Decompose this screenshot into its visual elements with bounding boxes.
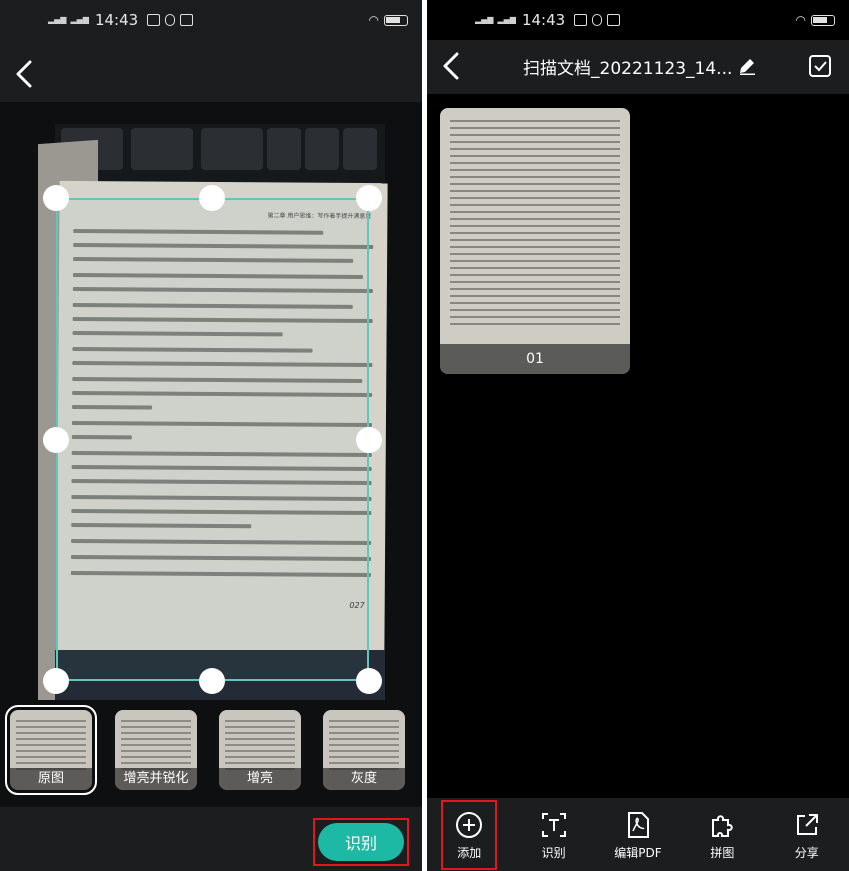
status-right: ◠	[796, 13, 835, 27]
keyboard-photo	[55, 124, 385, 184]
notification-icon-3	[607, 14, 621, 26]
recognize-button[interactable]: 识别	[318, 823, 404, 861]
back-button[interactable]	[4, 54, 44, 94]
battery-icon	[811, 14, 835, 26]
crop-handle-bottom[interactable]	[199, 668, 225, 694]
edit-pdf-button[interactable]: 编辑PDF	[596, 798, 680, 871]
notification-icon	[574, 14, 588, 26]
filter-grayscale[interactable]: 灰度	[323, 710, 405, 790]
filter-label: 灰度	[323, 768, 405, 790]
crop-handle-bottom-right[interactable]	[356, 668, 382, 694]
document-title[interactable]: 扫描文档_20221123_14...	[523, 54, 732, 79]
status-bar: ▂▄▆ ▂▄▆ 14:43 ◠	[0, 0, 422, 40]
puzzle-icon	[712, 815, 734, 837]
filter-original[interactable]: 原图	[5, 705, 97, 795]
battery-icon	[384, 14, 408, 26]
tool-label: 分享	[794, 846, 819, 860]
status-time: 14:43	[94, 11, 139, 29]
page-thumbnail[interactable]: 01	[440, 108, 630, 374]
status-bar: ▂▄▆ ▂▄▆ 14:43 ◠	[427, 0, 849, 40]
chevron-left-icon	[16, 60, 32, 88]
share-icon	[796, 814, 818, 835]
notification-icon-2	[592, 14, 603, 26]
select-checkbox-icon[interactable]	[807, 53, 833, 79]
crop-screen: ▂▄▆ ▂▄▆ 14:43 ◠ 第二章 用户思维：写作着手提升满意度 027 原…	[0, 0, 422, 871]
back-button[interactable]	[431, 46, 471, 86]
document-screen: ▂▄▆ ▂▄▆ 14:43 ◠ 扫描文档_20221123_14... 01 添…	[427, 0, 849, 871]
tool-label: 拼图	[710, 846, 735, 860]
status-right: ◠	[369, 13, 408, 27]
pencil-icon[interactable]	[737, 56, 757, 76]
bottom-bar: 识别	[0, 807, 422, 871]
share-button[interactable]: 分享	[765, 798, 849, 871]
top-bar: 扫描文档_20221123_14...	[427, 40, 849, 94]
crop-handle-top-right[interactable]	[356, 185, 382, 211]
bottom-toolbar: 添加 识别 编辑PDF 拼图 分享	[427, 798, 849, 871]
tool-label: 添加	[457, 846, 482, 860]
crop-rectangle[interactable]	[56, 198, 369, 681]
signal-icon-2: ▂▄▆	[70, 15, 89, 24]
signal-icon-2: ▂▄▆	[497, 15, 516, 24]
tool-label: 识别	[541, 846, 566, 860]
chevron-left-icon	[443, 52, 459, 80]
photo-canvas: 第二章 用户思维：写作着手提升满意度 027	[0, 102, 422, 700]
wifi-icon: ◠	[368, 13, 379, 27]
filter-label: 原图	[10, 768, 92, 790]
crop-handle-right[interactable]	[356, 427, 382, 453]
puzzle-button[interactable]: 拼图	[680, 798, 764, 871]
wifi-icon: ◠	[795, 13, 806, 27]
recognize-tool-button[interactable]: 识别	[511, 798, 595, 871]
filter-label: 增亮并锐化	[115, 768, 197, 790]
crop-handle-top-left[interactable]	[43, 185, 69, 211]
page-number-label: 01	[440, 344, 630, 374]
notification-icon-2	[165, 14, 176, 26]
page-grid: 01	[427, 94, 849, 798]
filter-strip: 原图 增亮并锐化 增亮 灰度	[0, 700, 422, 807]
signal-icon: ▂▄▆	[475, 15, 494, 24]
notification-icon-3	[180, 14, 194, 26]
tool-label: 编辑PDF	[614, 846, 662, 860]
crop-handle-top[interactable]	[199, 185, 225, 211]
add-button[interactable]: 添加	[427, 798, 511, 871]
top-bar	[0, 40, 422, 102]
filter-brighten-sharpen[interactable]: 增亮并锐化	[115, 710, 197, 790]
signal-icon: ▂▄▆	[48, 15, 67, 24]
crop-handle-bottom-left[interactable]	[43, 668, 69, 694]
text-recognize-icon	[541, 813, 566, 837]
notification-icon	[147, 14, 161, 26]
filter-brighten[interactable]: 增亮	[219, 710, 301, 790]
add-circle-icon	[456, 812, 483, 838]
pdf-icon	[627, 812, 649, 838]
status-time: 14:43	[521, 11, 566, 29]
filter-label: 增亮	[219, 768, 301, 790]
crop-handle-left[interactable]	[43, 427, 69, 453]
